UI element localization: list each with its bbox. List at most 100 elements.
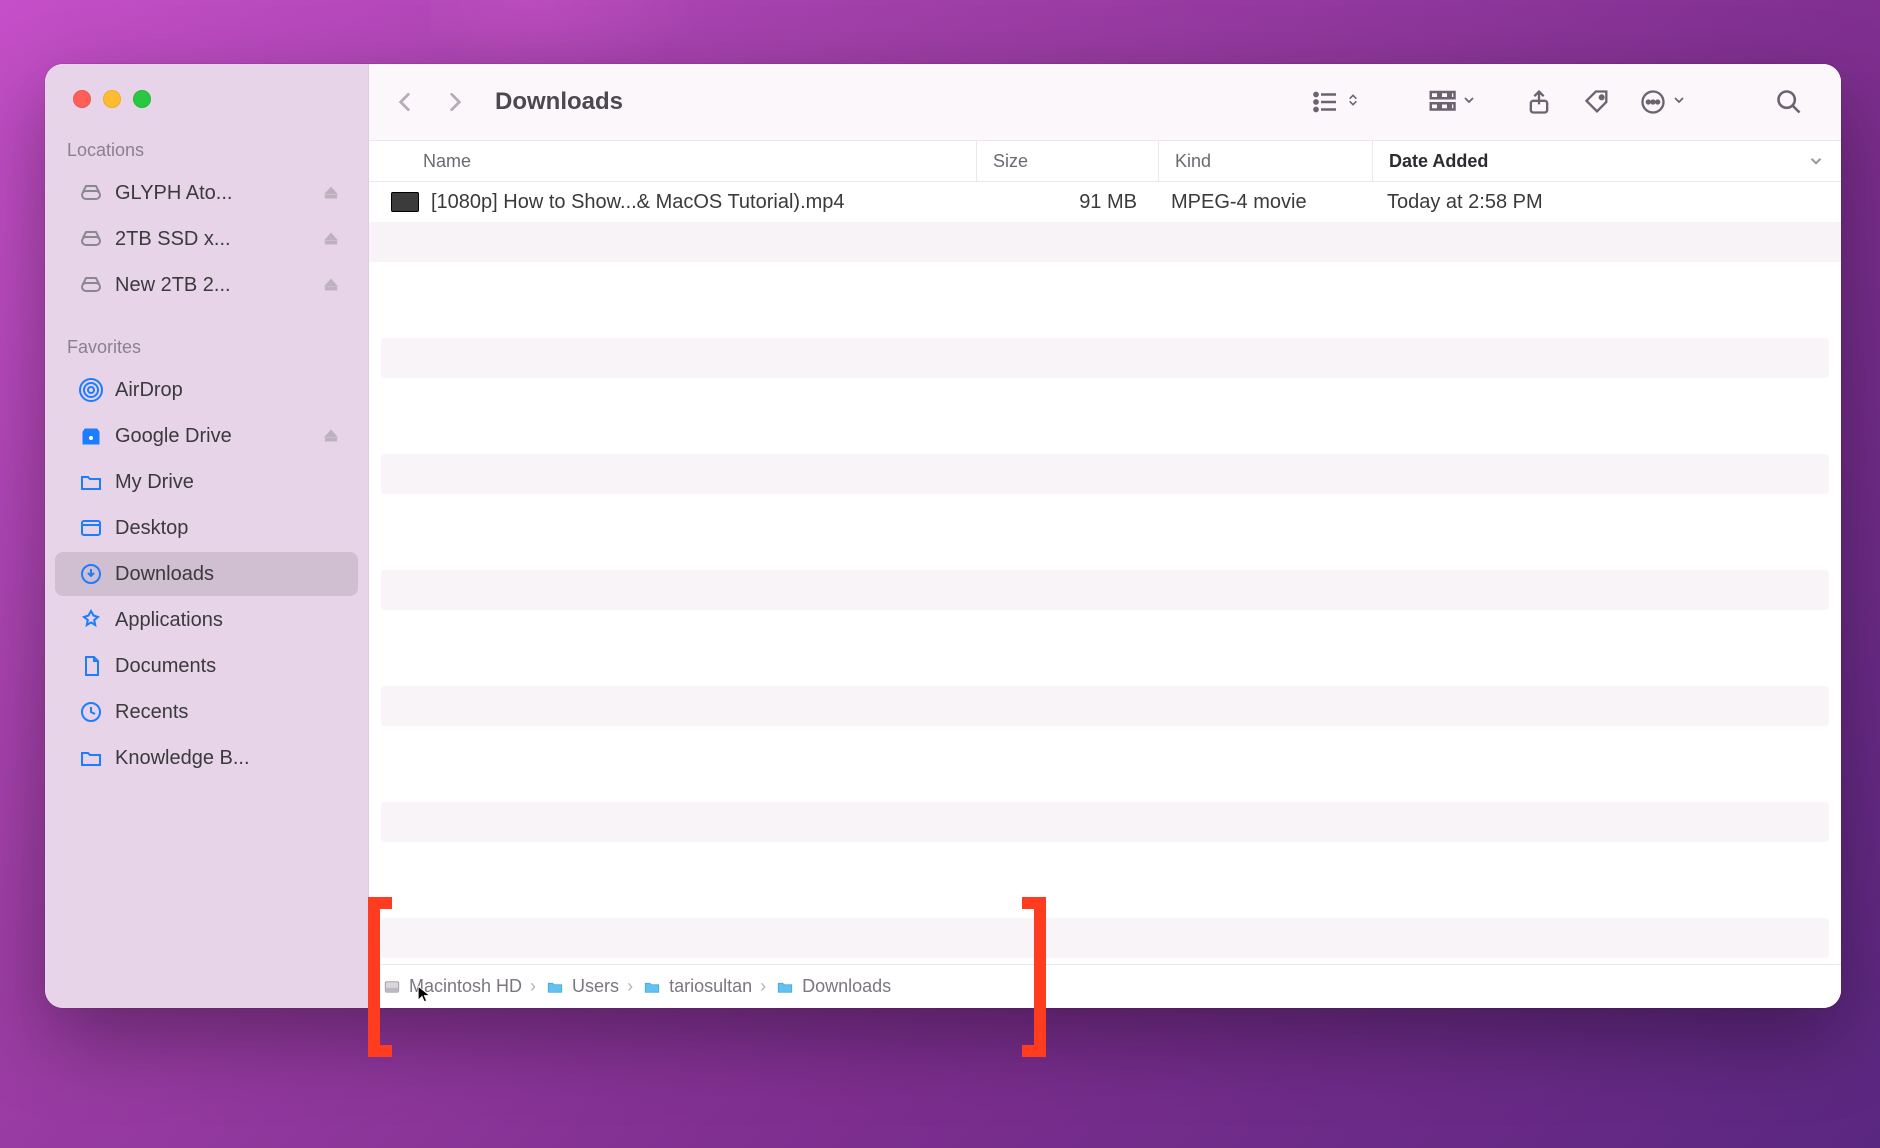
path-separator: › xyxy=(627,976,633,997)
file-date-added: Today at 2:58 PM xyxy=(1373,191,1841,214)
sidebar-item-label: Applications xyxy=(115,609,340,632)
main-content: Downloads xyxy=(369,64,1841,1008)
window-controls xyxy=(73,90,151,108)
folder-icon xyxy=(544,978,566,996)
toolbar: Downloads xyxy=(369,64,1841,140)
action-menu-button[interactable] xyxy=(1633,80,1693,124)
hard-drive-icon xyxy=(77,225,105,253)
empty-row xyxy=(381,860,1829,900)
empty-row xyxy=(381,570,1829,610)
sidebar-item-label: AirDrop xyxy=(115,379,340,402)
sidebar-section-favorites: Favorites xyxy=(45,337,368,366)
sidebar-item-airdrop[interactable]: AirDrop xyxy=(55,368,358,412)
empty-row xyxy=(381,338,1829,378)
eject-icon[interactable] xyxy=(322,427,340,445)
documents-icon xyxy=(77,652,105,680)
disk-icon xyxy=(381,978,403,996)
sidebar-item-label: 2TB SSD x... xyxy=(115,228,312,251)
sidebar-item-label: Google Drive xyxy=(115,425,312,448)
empty-row xyxy=(381,686,1829,726)
folder-icon xyxy=(77,744,105,772)
sidebar-item-applications[interactable]: Applications xyxy=(55,598,358,642)
empty-row xyxy=(381,918,1829,958)
recents-icon xyxy=(77,698,105,726)
hard-drive-icon xyxy=(77,271,105,299)
empty-row xyxy=(381,802,1829,842)
zoom-window-button[interactable] xyxy=(133,90,151,108)
share-button[interactable] xyxy=(1517,80,1561,124)
column-header-label: Date Added xyxy=(1389,151,1488,172)
sidebar-item-label: Desktop xyxy=(115,517,340,540)
column-header-size[interactable]: Size xyxy=(977,141,1159,181)
path-crumb-disk[interactable]: Macintosh HD xyxy=(381,976,522,997)
empty-row xyxy=(381,396,1829,436)
applications-icon xyxy=(77,606,105,634)
sidebar-item-knowledge-base[interactable]: Knowledge B... xyxy=(55,736,358,780)
sort-chevron-icon xyxy=(1807,152,1825,170)
path-crumb-label: Users xyxy=(572,976,619,997)
sidebar-item-label: My Drive xyxy=(115,471,340,494)
path-crumb-label: Macintosh HD xyxy=(409,976,522,997)
desktop-wallpaper-shape xyxy=(430,0,690,70)
path-separator: › xyxy=(530,976,536,997)
file-row[interactable]: [1080p] How to Show...& MacOS Tutorial).… xyxy=(369,182,1841,222)
sidebar-item-label: Knowledge B... xyxy=(115,747,340,770)
sidebar-item-downloads[interactable]: Downloads xyxy=(55,552,358,596)
column-header-name[interactable]: Name xyxy=(369,141,977,181)
sidebar-item-recents[interactable]: Recents xyxy=(55,690,358,734)
close-window-button[interactable] xyxy=(73,90,91,108)
sidebar-item-desktop[interactable]: Desktop xyxy=(55,506,358,550)
folder-icon xyxy=(641,978,663,996)
sidebar-item-google-drive[interactable]: Google Drive xyxy=(55,414,358,458)
sidebar-item-documents[interactable]: Documents xyxy=(55,644,358,688)
sidebar-item-my-drive[interactable]: My Drive xyxy=(55,460,358,504)
sidebar-item-label: New 2TB 2... xyxy=(115,274,312,297)
eject-icon[interactable] xyxy=(322,230,340,248)
finder-window: Locations GLYPH Ato... 2TB SSD x... New xyxy=(45,64,1841,1008)
path-crumb-label: Downloads xyxy=(802,976,891,997)
sidebar: Locations GLYPH Ato... 2TB SSD x... New xyxy=(45,64,369,1008)
sidebar-item-new-2tb[interactable]: New 2TB 2... xyxy=(55,263,358,307)
folder-icon xyxy=(77,468,105,496)
file-list: [1080p] How to Show...& MacOS Tutorial).… xyxy=(369,182,1841,964)
file-size: 91 MB xyxy=(977,191,1159,214)
file-name: [1080p] How to Show...& MacOS Tutorial).… xyxy=(431,191,845,214)
view-mode-list-button[interactable] xyxy=(1305,80,1367,124)
column-header-kind[interactable]: Kind xyxy=(1159,141,1373,181)
desktop-icon xyxy=(77,514,105,542)
chevron-down-icon xyxy=(1671,92,1687,113)
path-crumb-users[interactable]: Users xyxy=(544,976,619,997)
hard-drive-icon xyxy=(77,179,105,207)
sidebar-item-label: Downloads xyxy=(115,563,340,586)
empty-row xyxy=(381,454,1829,494)
search-button[interactable] xyxy=(1767,80,1811,124)
forward-button[interactable] xyxy=(437,82,473,122)
column-header-date-added[interactable]: Date Added xyxy=(1373,141,1841,181)
path-crumb-downloads[interactable]: Downloads xyxy=(774,976,891,997)
empty-row xyxy=(381,512,1829,552)
file-kind: MPEG-4 movie xyxy=(1159,191,1373,214)
video-file-icon xyxy=(391,192,419,212)
sidebar-item-label: Recents xyxy=(115,701,340,724)
path-crumb-user-home[interactable]: tariosultan xyxy=(641,976,752,997)
eject-icon[interactable] xyxy=(322,276,340,294)
window-title: Downloads xyxy=(495,88,623,116)
sidebar-item-2tb-ssd[interactable]: 2TB SSD x... xyxy=(55,217,358,261)
airdrop-icon xyxy=(77,376,105,404)
column-headers: Name Size Kind Date Added xyxy=(369,140,1841,182)
google-drive-icon xyxy=(77,422,105,450)
sidebar-section-locations: Locations xyxy=(45,140,368,169)
empty-row xyxy=(369,222,1841,262)
empty-row xyxy=(381,280,1829,320)
path-bar: Macintosh HD › Users › tariosultan › xyxy=(369,964,1841,1008)
group-button[interactable] xyxy=(1421,80,1483,124)
sidebar-item-label: Documents xyxy=(115,655,340,678)
empty-row xyxy=(381,628,1829,668)
back-button[interactable] xyxy=(387,82,423,122)
sidebar-item-glyph-atom[interactable]: GLYPH Ato... xyxy=(55,171,358,215)
chevron-down-icon xyxy=(1461,92,1477,113)
tags-button[interactable] xyxy=(1575,80,1619,124)
path-separator: › xyxy=(760,976,766,997)
eject-icon[interactable] xyxy=(322,184,340,202)
minimize-window-button[interactable] xyxy=(103,90,121,108)
